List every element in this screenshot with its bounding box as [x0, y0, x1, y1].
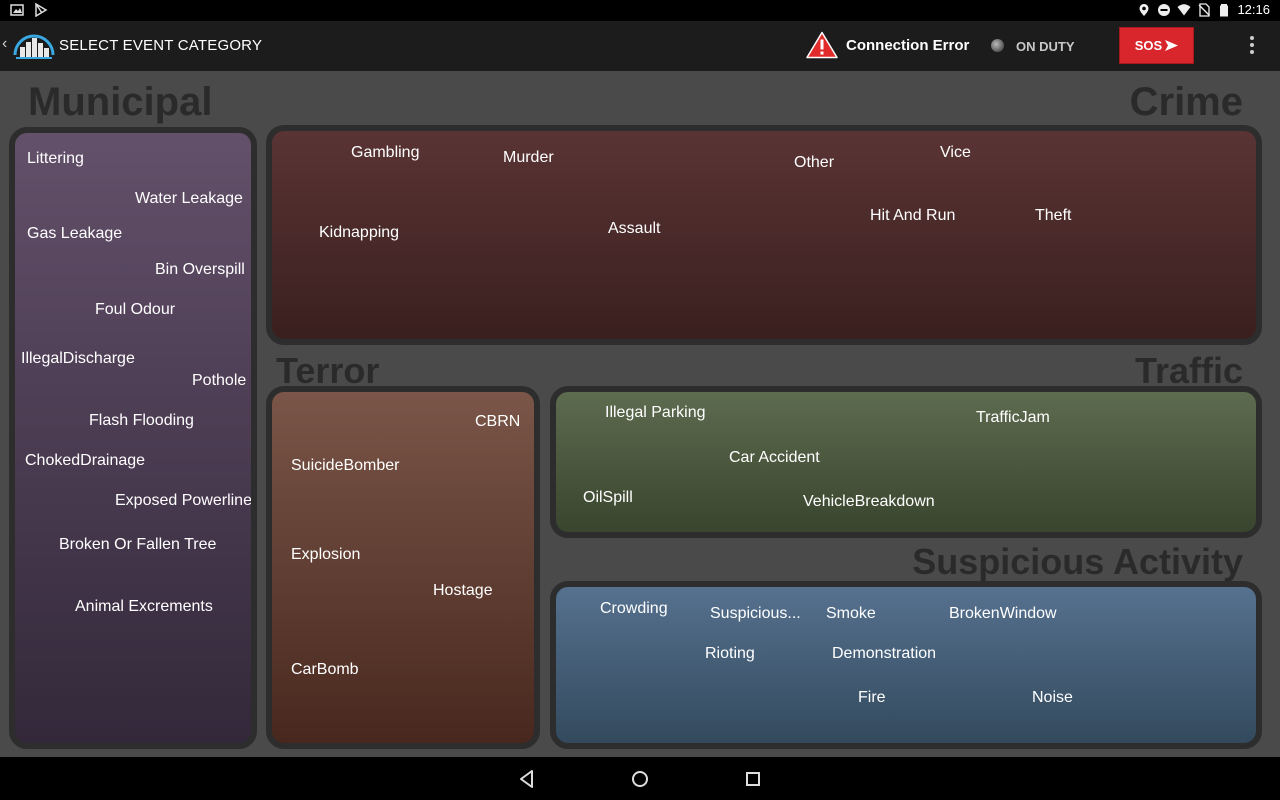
category-item-illegal-discharge[interactable]: IllegalDischarge: [21, 350, 135, 368]
location-icon: [1139, 3, 1149, 16]
wifi-icon: [1177, 3, 1191, 15]
category-item-assault[interactable]: Assault: [608, 220, 660, 238]
category-item-hit-and-run[interactable]: Hit And Run: [870, 207, 955, 225]
connection-status: Connection Error: [846, 37, 970, 54]
suspicious-activity-panel: Crowding Suspicious... Smoke BrokenWindo…: [550, 581, 1262, 749]
page-title: SELECT EVENT CATEGORY: [59, 37, 263, 54]
status-time: 12:16: [1237, 2, 1270, 17]
crime-title: Crime: [1129, 80, 1243, 124]
play-store-notification-icon: [35, 3, 48, 17]
category-item-explosion[interactable]: Explosion: [291, 546, 360, 564]
municipal-panel: Littering Water Leakage Gas Leakage Bin …: [9, 127, 257, 749]
category-board: Municipal Crime Terror Traffic Suspiciou…: [0, 71, 1280, 757]
warning-icon: [806, 31, 838, 59]
category-item-car-bomb[interactable]: CarBomb: [291, 661, 359, 679]
back-chevron-icon[interactable]: ‹: [2, 35, 7, 53]
navigation-bar: [0, 757, 1280, 800]
recent-apps-icon[interactable]: [742, 768, 764, 790]
app-logo-icon[interactable]: [12, 28, 56, 60]
category-item-animal-excrements[interactable]: Animal Excrements: [75, 598, 213, 616]
category-item-bin-overspill[interactable]: Bin Overspill: [155, 261, 245, 279]
traffic-title: Traffic: [1134, 350, 1243, 391]
back-icon[interactable]: [516, 768, 538, 790]
category-item-murder[interactable]: Murder: [503, 149, 554, 167]
category-item-other[interactable]: Other: [794, 154, 834, 172]
category-item-water-leakage[interactable]: Water Leakage: [135, 190, 243, 208]
category-item-gambling[interactable]: Gambling: [351, 144, 419, 162]
category-item-theft[interactable]: Theft: [1035, 207, 1071, 225]
category-item-foul-odour[interactable]: Foul Odour: [95, 301, 175, 319]
category-item-illegal-parking[interactable]: Illegal Parking: [605, 404, 706, 422]
category-item-gas-leakage[interactable]: Gas Leakage: [27, 225, 122, 243]
duty-status[interactable]: ON DUTY: [1016, 39, 1075, 54]
category-item-broken-or-fallen-tree[interactable]: Broken Or Fallen Tree: [59, 536, 216, 554]
category-item-suspicious[interactable]: Suspicious...: [710, 605, 801, 623]
category-item-cbrn[interactable]: CBRN: [475, 413, 520, 431]
app-bar: ‹ SELECT EVENT CATEGORY Connection Error…: [0, 21, 1280, 71]
category-item-kidnapping[interactable]: Kidnapping: [319, 224, 399, 242]
status-bar: 12:16: [0, 0, 1280, 21]
category-item-fire[interactable]: Fire: [858, 689, 886, 707]
category-item-flash-flooding[interactable]: Flash Flooding: [89, 412, 194, 430]
category-item-vehicle-breakdown[interactable]: VehicleBreakdown: [803, 493, 935, 511]
category-item-rioting[interactable]: Rioting: [705, 645, 755, 663]
home-icon[interactable]: [629, 768, 651, 790]
category-item-noise[interactable]: Noise: [1032, 689, 1073, 707]
crime-panel: Gambling Murder Other Vice Kidnapping As…: [266, 125, 1262, 345]
terror-title: Terror: [276, 350, 380, 391]
overflow-menu-icon[interactable]: [1242, 33, 1262, 59]
category-item-broken-window[interactable]: BrokenWindow: [949, 605, 1057, 623]
battery-icon: [1220, 3, 1229, 16]
category-item-crowding[interactable]: Crowding: [600, 600, 668, 618]
no-sim-icon: [1198, 2, 1211, 17]
traffic-panel: Illegal Parking TrafficJam Car Accident …: [550, 386, 1262, 538]
image-notification-icon: [10, 4, 24, 16]
category-item-pothole[interactable]: Pothole: [192, 372, 246, 390]
send-arrow-icon: [1165, 40, 1179, 51]
category-item-demonstration[interactable]: Demonstration: [832, 645, 936, 663]
sos-button[interactable]: SOS: [1119, 27, 1194, 64]
category-item-oil-spill[interactable]: OilSpill: [583, 489, 633, 507]
category-item-traffic-jam[interactable]: TrafficJam: [976, 409, 1050, 427]
category-item-littering[interactable]: Littering: [27, 150, 84, 168]
terror-panel: CBRN SuicideBomber Explosion Hostage Car…: [266, 386, 540, 749]
category-item-smoke[interactable]: Smoke: [826, 605, 876, 623]
category-item-exposed-powerline[interactable]: Exposed Powerline: [115, 492, 251, 510]
category-item-choked-drainage[interactable]: ChokedDrainage: [25, 452, 145, 470]
duty-indicator-icon: [991, 39, 1004, 52]
municipal-title: Municipal: [28, 80, 213, 124]
category-item-car-accident[interactable]: Car Accident: [729, 449, 820, 467]
category-item-hostage[interactable]: Hostage: [433, 582, 493, 600]
do-not-disturb-icon: [1158, 3, 1171, 16]
sos-label: SOS: [1134, 38, 1163, 53]
suspicious-activity-title: Suspicious Activity: [912, 541, 1243, 582]
category-item-suicide-bomber[interactable]: SuicideBomber: [291, 457, 400, 475]
category-item-vice[interactable]: Vice: [940, 144, 971, 162]
